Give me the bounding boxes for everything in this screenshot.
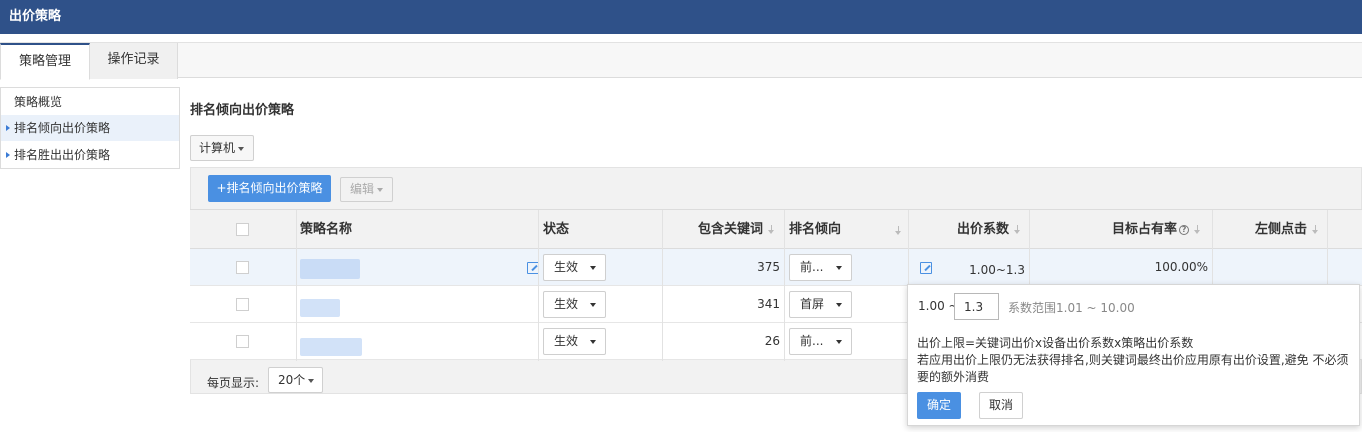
coefficient-input[interactable] [954,293,999,320]
status-select[interactable]: 生效 [543,328,606,355]
status-select[interactable]: 生效 [543,254,606,281]
device-select[interactable]: 计算机 [190,135,254,161]
chevron-down-icon [590,340,596,344]
page-size-value: 20个 [278,373,306,387]
page-size-select[interactable]: 20个 [268,367,323,393]
chevron-down-icon [377,187,384,192]
tab-strategy-management[interactable]: 策略管理 [0,43,90,80]
row-checkbox[interactable] [236,261,249,274]
chevron-down-icon [590,266,596,270]
sidebar-item-label: 策略概览 [14,95,63,109]
chevron-down-icon [238,146,245,151]
strategy-name-redacted[interactable] [300,299,340,317]
chevron-down-icon [590,303,596,307]
chevron-down-icon [836,266,842,270]
caret-right-icon [6,152,10,158]
sidebar-item-rank-tendency[interactable]: 排名倾向出价策略 [1,115,179,141]
column-divider [538,210,539,361]
sidebar-item-label: 排名倾向出价策略 [14,121,111,135]
keyword-count: 26 [764,334,780,348]
coefficient-value: 1.00~1.3 [969,263,1025,277]
range-hint: 系数范围1.01 ~ 10.00 [1008,301,1135,315]
column-header-label: 左侧点击 [1255,222,1308,237]
note-text-line1: 若应用出价上限仍无法获得排名,则关键词最终出价应用原有出价设置,避免 不必须 [917,353,1349,367]
column-header-label: 目标占有率 [1112,222,1178,237]
chevron-down-icon [836,340,842,344]
device-select-value: 计算机 [199,141,236,155]
sort-icon[interactable] [1312,225,1319,234]
table-row[interactable]: 生效 375 前... 1.00~1.3 100.00% [190,249,1362,286]
column-divider [662,210,663,361]
column-header-name[interactable]: 策略名称 [300,210,352,249]
sort-icon[interactable] [1194,225,1201,234]
strategy-name-redacted[interactable] [300,259,360,279]
row-checkbox[interactable] [236,335,249,348]
column-header-tendency[interactable]: 排名倾向 [789,210,906,249]
sort-icon[interactable] [1014,225,1021,234]
edit-coefficient-icon[interactable] [920,262,932,274]
keyword-count: 341 [757,297,780,311]
strategy-name-redacted[interactable] [300,338,362,356]
select-all-checkbox[interactable] [236,223,249,236]
tab-bar: 策略管理 操作记录 [0,42,1362,80]
sort-icon[interactable] [895,226,902,235]
cancel-button[interactable]: 取消 [979,392,1023,419]
app-header: 出价策略 [0,0,1362,34]
column-header-coefficient[interactable]: 出价系数 [957,210,1021,249]
tendency-select[interactable]: 前... [789,254,852,281]
column-divider [784,210,785,361]
row-checkbox[interactable] [236,298,249,311]
column-header-label: 出价系数 [957,222,1010,237]
page-title: 排名倾向出价策略 [190,103,295,118]
column-header-keywords[interactable]: 包含关键词 [698,210,775,249]
sidebar-item-rank-win[interactable]: 排名胜出出价策略 [1,142,179,168]
tendency-select-value: 首屏 [800,297,825,311]
app-title: 出价策略 [9,9,62,24]
column-divider [296,210,297,361]
table-header: 策略名称 状态 包含关键词 排名倾向 出价系数 目标占有率? 左侧点击 [190,210,1362,249]
column-header-label: 包含关键词 [698,222,764,237]
help-icon[interactable]: ? [1179,224,1190,235]
add-strategy-button[interactable]: +排名倾向出价策略 [208,175,331,202]
sidebar-item-overview[interactable]: 策略概览 [1,89,179,115]
tendency-select-value: 前... [800,260,824,274]
edit-button-label: 编辑 [350,182,375,196]
column-header-label: 排名倾向 [789,222,842,237]
column-header-status[interactable]: 状态 [543,210,569,249]
page-size-label: 每页显示: [207,376,260,390]
sidebar-item-label: 排名胜出出价策略 [14,148,111,162]
column-header-left-clicks[interactable]: 左侧点击 [1255,210,1319,249]
tendency-select-value: 前... [800,334,824,348]
tendency-select[interactable]: 前... [789,328,852,355]
edit-button[interactable]: 编辑 [340,177,393,202]
note-text-line2: 要的额外消费 [917,370,990,384]
status-select[interactable]: 生效 [543,291,606,318]
sort-icon[interactable] [768,225,775,234]
keyword-count: 375 [757,260,780,274]
tendency-select[interactable]: 首屏 [789,291,852,318]
caret-right-icon [6,125,10,131]
confirm-button[interactable]: 确定 [917,392,961,419]
column-header-target-share[interactable]: 目标占有率? [1112,210,1201,249]
tab-operation-log[interactable]: 操作记录 [90,43,178,79]
range-prefix: 1.00 ~ [918,299,959,313]
sidebar: 策略概览 排名倾向出价策略 排名胜出出价策略 [0,87,180,169]
chevron-down-icon [836,303,842,307]
formula-text: 出价上限=关键词出价x设备出价系数x策略出价系数 [917,336,1194,350]
status-select-value: 生效 [554,334,579,348]
target-share-value: 100.00% [1154,260,1208,274]
status-select-value: 生效 [554,297,579,311]
status-select-value: 生效 [554,260,579,274]
chevron-down-icon [308,378,315,383]
